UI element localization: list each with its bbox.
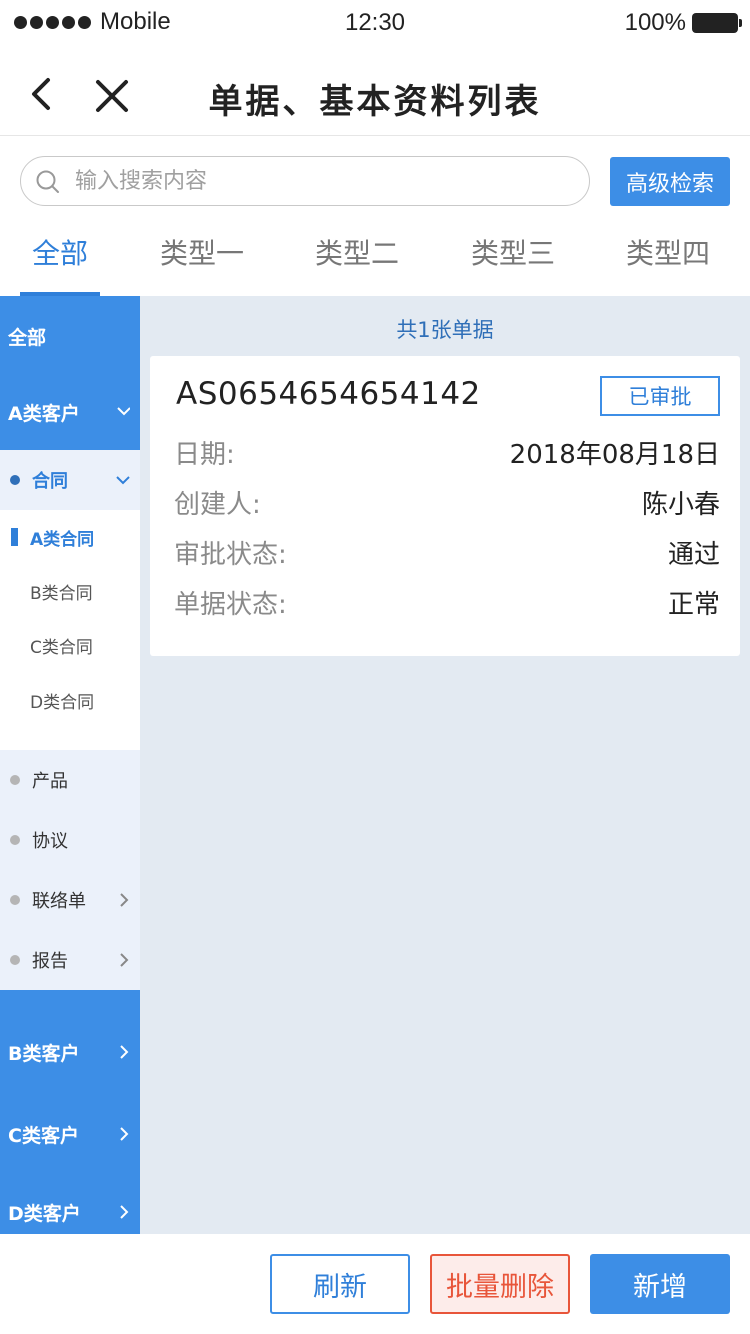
bullet-dot-icon — [10, 955, 20, 965]
field-label: 审批状态: — [174, 540, 287, 570]
card-field-document-status: 单据状态: 正常 — [174, 584, 720, 624]
refresh-button[interactable]: 刷新 — [270, 1254, 410, 1314]
tab-type-3[interactable]: 类型三 — [443, 232, 583, 272]
sidebar-item-agreement[interactable]: 协议 — [0, 810, 140, 870]
card-field-approval-status: 审批状态: 通过 — [174, 534, 720, 574]
field-label: 日期: — [174, 440, 235, 470]
sidebar-item-contract[interactable]: 合同 — [0, 450, 140, 510]
document-card[interactable]: AS0654654654142 已审批 日期: 2018年08月18日 创建人:… — [150, 356, 740, 656]
sidebar-item-label: A类合同 — [30, 529, 95, 550]
chevron-right-icon — [120, 1127, 129, 1141]
sidebar-item-contract-b[interactable]: B类合同 — [0, 564, 140, 618]
active-marker — [11, 528, 18, 546]
sidebar-item-customer-d[interactable]: D类客户 — [0, 1174, 140, 1234]
field-value: 陈小春 — [641, 490, 720, 520]
battery-status: 100% — [624, 9, 742, 37]
sidebar-item-label: A类客户 — [8, 402, 80, 425]
tab-type-4[interactable]: 类型四 — [598, 232, 738, 272]
sidebar-item-label: C类客户 — [8, 1124, 79, 1147]
sidebar-item-label: C类合同 — [30, 637, 93, 658]
sidebar-item-customer-c[interactable]: C类客户 — [0, 1094, 140, 1174]
sidebar-item-label: D类客户 — [8, 1202, 81, 1225]
sidebar-item-label: 合同 — [32, 471, 68, 492]
chevron-down-icon — [116, 476, 130, 485]
result-count: 共1张单据 — [396, 318, 494, 342]
card-field-creator: 创建人: 陈小春 — [174, 484, 720, 524]
chevron-down-icon — [117, 407, 130, 416]
search-input[interactable] — [75, 163, 575, 199]
sidebar-item-customer-a[interactable]: A类客户 — [0, 372, 140, 452]
chevron-right-icon — [120, 1205, 129, 1219]
batch-delete-button[interactable]: 批量删除 — [430, 1254, 570, 1314]
add-button[interactable]: 新增 — [590, 1254, 730, 1314]
bullet-dot-icon — [10, 775, 20, 785]
sidebar-item-report[interactable]: 报告 — [0, 930, 140, 990]
field-label: 单据状态: — [174, 590, 287, 620]
sidebar-item-label: 产品 — [32, 771, 68, 792]
tab-all[interactable]: 全部 — [0, 232, 130, 272]
status-bar: Mobile 12:30 100% — [0, 0, 750, 48]
sidebar-item-product[interactable]: 产品 — [0, 750, 140, 810]
battery-percent: 100% — [624, 9, 686, 36]
type-tabs: 全部 类型一 类型二 类型三 类型四 — [0, 218, 750, 296]
chevron-right-icon — [120, 953, 129, 967]
sidebar-item-all[interactable]: 全部 — [0, 296, 140, 376]
bullet-dot-icon — [10, 835, 20, 845]
advanced-search-button[interactable]: 高级检索 — [610, 157, 730, 206]
sidebar-item-contact-sheet[interactable]: 联络单 — [0, 870, 140, 930]
action-bar: 刷新 批量删除 新增 — [0, 1234, 750, 1334]
battery-icon — [692, 13, 742, 33]
sidebar-item-label: 报告 — [32, 951, 68, 972]
search-box[interactable] — [20, 156, 590, 206]
document-number: AS0654654654142 — [176, 376, 481, 412]
sidebar-item-label: D类合同 — [30, 692, 95, 713]
sidebar-item-contract-a[interactable]: A类合同 — [0, 510, 140, 564]
sidebar-item-label: B类合同 — [30, 583, 93, 604]
category-sidebar: 全部 A类客户 合同 A类合同 B类合同 C类合同 D类合同 产品 协议 联络单 — [0, 296, 140, 1234]
chevron-right-icon — [120, 893, 129, 907]
sidebar-item-label: 联络单 — [32, 891, 86, 912]
card-field-date: 日期: 2018年08月18日 — [174, 434, 720, 474]
tab-type-1[interactable]: 类型一 — [132, 232, 272, 272]
sidebar-item-contract-d[interactable]: D类合同 — [0, 672, 140, 750]
field-value: 正常 — [667, 590, 720, 620]
tab-type-2[interactable]: 类型二 — [287, 232, 427, 272]
sidebar-item-label: 全部 — [8, 326, 47, 349]
search-icon — [36, 170, 59, 193]
field-value: 通过 — [667, 540, 720, 570]
bullet-dot-icon — [10, 475, 20, 485]
chevron-right-icon — [120, 1045, 129, 1059]
field-value: 2018年08月18日 — [509, 440, 720, 470]
sidebar-item-label: 协议 — [32, 831, 68, 852]
sidebar-item-label: B类客户 — [8, 1042, 80, 1065]
page-title: 单据、基本资料列表 — [208, 82, 542, 122]
bullet-dot-icon — [10, 895, 20, 905]
nav-bar: 单据、基本资料列表 — [0, 48, 750, 136]
status-badge: 已审批 — [600, 376, 720, 416]
sidebar-item-contract-c[interactable]: C类合同 — [0, 618, 140, 672]
field-label: 创建人: — [174, 490, 261, 520]
